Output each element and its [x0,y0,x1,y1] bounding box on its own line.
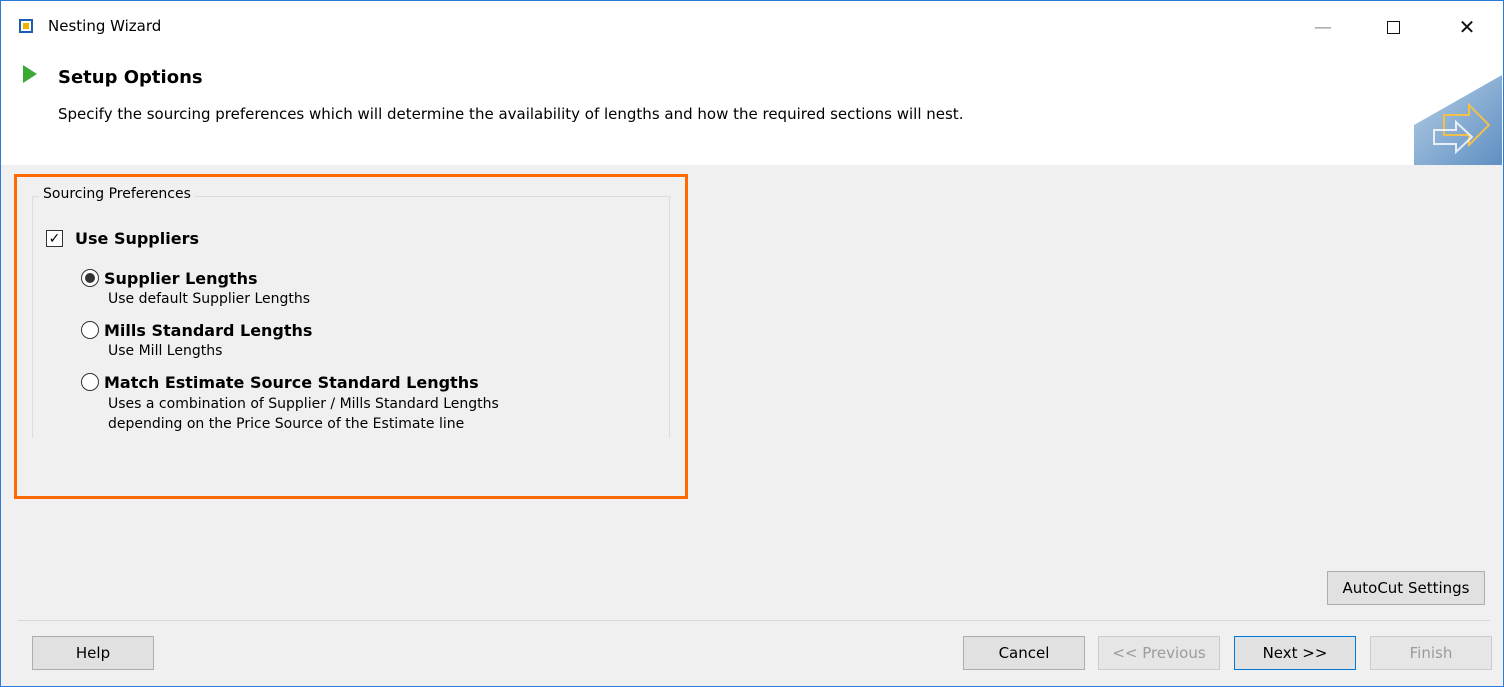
help-button[interactable]: Help [32,636,154,670]
cancel-button[interactable]: Cancel [963,636,1085,670]
group-label: Sourcing Preferences [39,186,195,202]
supplier-lengths-label[interactable]: Supplier Lengths [104,269,258,288]
close-icon: ✕ [1458,15,1476,39]
next-button[interactable]: Next >> [1234,636,1356,670]
minimize-button[interactable]: — [1300,1,1346,53]
match-estimate-source-radio[interactable] [81,373,99,391]
supplier-lengths-radio[interactable] [81,269,99,287]
green-play-icon [23,65,37,83]
minimize-icon: — [1314,16,1332,38]
page-title: Setup Options [58,67,203,88]
wizard-app-icon [19,19,33,33]
wizard-banner-graphic [1414,75,1502,165]
match-estimate-source-label[interactable]: Match Estimate Source Standard Lengths [104,373,479,392]
mills-standard-lengths-label[interactable]: Mills Standard Lengths [104,321,312,340]
nesting-wizard-window: Nesting Wizard — ✕ Setup Options Specify… [0,0,1504,687]
mills-standard-lengths-radio[interactable] [81,321,99,339]
footer-separator [18,620,1490,621]
use-suppliers-checkbox[interactable]: ✓ [46,230,63,247]
use-suppliers-label[interactable]: Use Suppliers [75,229,199,248]
wizard-header: Setup Options Specify the sourcing prefe… [1,53,1503,165]
autocut-settings-button[interactable]: AutoCut Settings [1327,571,1485,605]
supplier-lengths-description: Use default Supplier Lengths [108,291,311,307]
window-title: Nesting Wizard [48,17,162,35]
page-description: Specify the sourcing preferences which w… [58,105,964,123]
match-estimate-source-description-line1: Uses a combination of Supplier / Mills S… [108,396,499,412]
mills-standard-lengths-description: Use Mill Lengths [108,343,223,359]
maximize-icon [1386,20,1400,34]
title-bar: Nesting Wizard — ✕ [1,1,1503,53]
maximize-button[interactable] [1370,1,1416,53]
match-estimate-source-description-line2: depending on the Price Source of the Est… [108,416,465,432]
close-button[interactable]: ✕ [1444,1,1490,53]
finish-button[interactable]: Finish [1370,636,1492,670]
previous-button[interactable]: << Previous [1098,636,1220,670]
